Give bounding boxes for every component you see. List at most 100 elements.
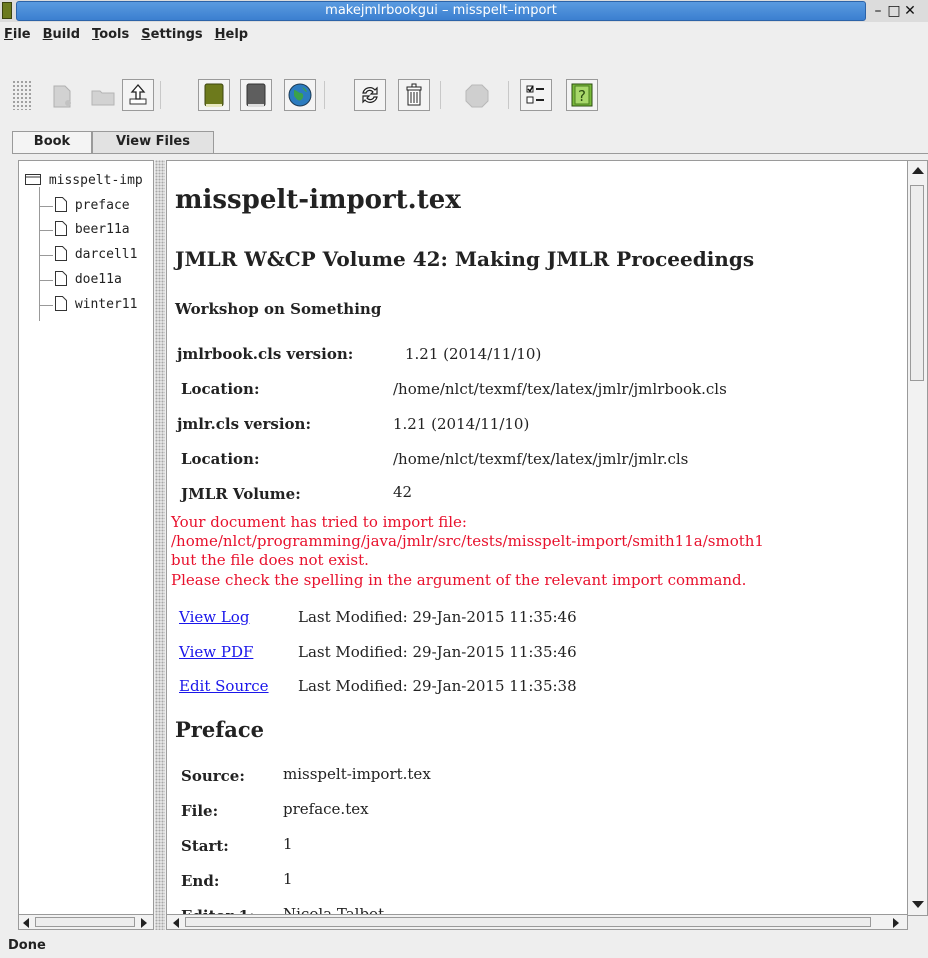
preface-label: Start: <box>181 837 229 855</box>
file-icon <box>55 221 67 236</box>
info-value: 42 <box>393 483 413 501</box>
maximize-icon[interactable]: □ <box>886 0 902 22</box>
checklist-icon <box>526 85 544 104</box>
document-vscrollbar[interactable] <box>908 160 928 916</box>
trash-icon <box>406 83 422 106</box>
info-label: JMLR Volume: <box>181 485 301 503</box>
book-tree[interactable]: misspelt-imp preface beer11a darcell1 do… <box>18 160 154 930</box>
tree-item[interactable]: beer11a <box>55 221 130 237</box>
preface-label: Source: <box>181 767 245 785</box>
import-button[interactable] <box>122 79 154 111</box>
view-pdf-link[interactable]: View PDF <box>179 643 253 661</box>
file-icon <box>55 271 67 286</box>
tree-root[interactable]: misspelt-imp <box>25 173 143 188</box>
title-bar: makejmlrbookgui – misspelt–import – □ ✕ <box>0 0 928 22</box>
edit-source-link[interactable]: Edit Source <box>179 677 269 695</box>
app-icon[interactable] <box>2 2 12 19</box>
file-icon <box>55 296 67 311</box>
scroll-up-icon[interactable] <box>912 167 924 174</box>
error-message-line: Please check the spelling in the argumen… <box>171 571 747 589</box>
source-modified: Last Modified: 29-Jan-2015 11:35:38 <box>298 677 577 695</box>
volume-heading: JMLR W&CP Volume 42: Making JMLR Proceed… <box>175 247 755 271</box>
tree-hscrollbar[interactable] <box>18 914 154 930</box>
info-label: Location: <box>181 380 260 398</box>
toolbar-grip[interactable] <box>12 80 32 110</box>
scroll-thumb[interactable] <box>910 185 924 381</box>
error-message-line: Your document has tried to import file: <box>171 513 467 531</box>
split-divider[interactable] <box>155 160 165 930</box>
info-label: jmlrbook.cls version: <box>177 345 354 363</box>
book-grey-icon <box>246 83 266 107</box>
help-button[interactable]: ? <box>566 79 598 111</box>
status-text: Done <box>8 938 46 953</box>
build-book-grey-button[interactable] <box>240 79 272 111</box>
preface-heading: Preface <box>175 717 265 742</box>
scroll-down-icon[interactable] <box>912 901 924 908</box>
folder-icon <box>25 174 41 185</box>
document-view: misspelt-import.tex JMLR W&CP Volume 42:… <box>166 160 908 930</box>
document-hscrollbar[interactable] <box>166 914 908 930</box>
info-value: 1.21 (2014/11/10) <box>393 415 530 433</box>
stop-icon <box>465 84 489 108</box>
info-value: /home/nlct/texmf/tex/latex/jmlr/jmlrbook… <box>393 380 727 398</box>
doc-title: misspelt-import.tex <box>175 185 461 215</box>
globe-icon <box>288 83 312 107</box>
menu-bar: File Build Tools Settings Help <box>0 22 928 48</box>
tree-item[interactable]: darcell1 <box>55 246 137 262</box>
menu-build[interactable]: Build <box>37 22 86 48</box>
menu-tools[interactable]: Tools <box>86 22 135 48</box>
tree-item[interactable]: winter11 <box>55 296 137 312</box>
open-folder-icon <box>91 90 115 106</box>
delete-button[interactable] <box>398 79 430 111</box>
file-icon <box>55 197 67 212</box>
preface-label: End: <box>181 872 220 890</box>
info-value: 1.21 (2014/11/10) <box>405 345 542 363</box>
workshop-heading: Workshop on Something <box>175 300 382 318</box>
minimize-icon[interactable]: – <box>870 0 886 22</box>
menu-help[interactable]: Help <box>209 22 254 48</box>
window-title: makejmlrbookgui – misspelt–import <box>16 1 866 21</box>
scroll-left-icon[interactable] <box>23 918 29 928</box>
stop-button[interactable] <box>460 79 492 111</box>
pdf-modified: Last Modified: 29-Jan-2015 11:35:46 <box>298 643 577 661</box>
book-green-icon <box>204 83 224 107</box>
import-icon <box>129 84 147 105</box>
preface-value: preface.tex <box>283 800 369 818</box>
preface-value: misspelt-import.tex <box>283 765 431 783</box>
scroll-thumb[interactable] <box>35 917 135 927</box>
window-controls: – □ ✕ <box>870 0 928 22</box>
info-label: jmlr.cls version: <box>177 415 311 433</box>
error-message-line: /home/nlct/programming/java/jmlr/src/tes… <box>171 532 764 550</box>
scroll-left-icon[interactable] <box>173 918 179 928</box>
close-icon[interactable]: ✕ <box>902 0 918 22</box>
web-button[interactable] <box>284 79 316 111</box>
menu-file[interactable]: File <box>0 22 37 48</box>
tab-book[interactable]: Book <box>12 131 92 153</box>
preface-value: 1 <box>283 870 293 888</box>
tree-item[interactable]: doe11a <box>55 271 122 287</box>
toolbar: ? <box>0 48 928 124</box>
error-message-line: but the file does not exist. <box>171 551 369 569</box>
new-file-button[interactable] <box>44 79 76 111</box>
refresh-icon <box>362 86 378 104</box>
preface-label: File: <box>181 802 219 820</box>
scroll-thumb[interactable] <box>185 917 871 927</box>
help-icon: ? <box>571 83 593 107</box>
checklist-button[interactable] <box>520 79 552 111</box>
preface-value: 1 <box>283 835 293 853</box>
scroll-right-icon[interactable] <box>893 918 899 928</box>
build-book-button[interactable] <box>198 79 230 111</box>
svg-text:?: ? <box>578 87 586 105</box>
info-value: /home/nlct/texmf/tex/latex/jmlr/jmlr.cls <box>393 450 689 468</box>
info-label: Location: <box>181 450 260 468</box>
refresh-button[interactable] <box>354 79 386 111</box>
new-file-icon <box>53 85 71 108</box>
tree-item[interactable]: preface <box>55 197 130 213</box>
tab-view-files[interactable]: View Files <box>92 131 214 153</box>
view-log-link[interactable]: View Log <box>179 608 249 626</box>
log-modified: Last Modified: 29-Jan-2015 11:35:46 <box>298 608 577 626</box>
scroll-right-icon[interactable] <box>141 918 147 928</box>
open-folder-button[interactable] <box>86 79 118 111</box>
menu-settings[interactable]: Settings <box>135 22 208 48</box>
tree-root-label: misspelt-imp <box>48 173 143 188</box>
